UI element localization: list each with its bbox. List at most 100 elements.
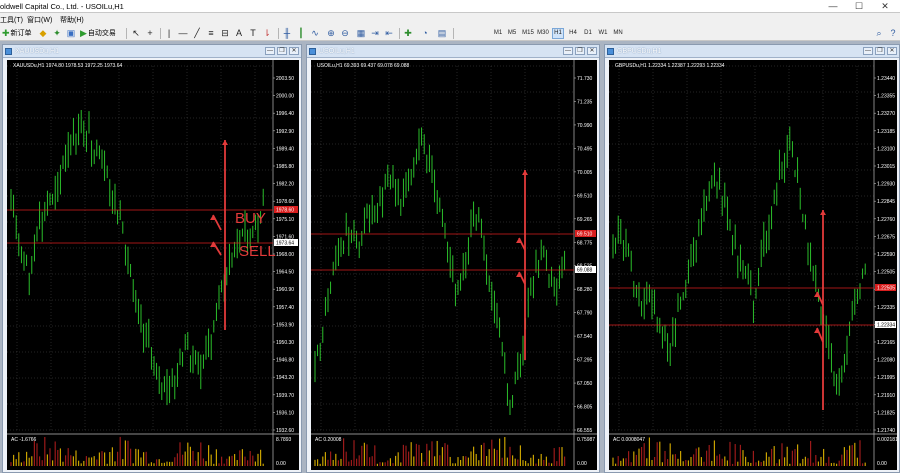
price-tick-label: 70.495 (577, 146, 593, 152)
chart-restore-button[interactable]: ❐ (575, 47, 585, 55)
price-tick-label: 1943.20 (276, 375, 294, 381)
chart-header: GBPUSDu,H1 1.22334 1.22387 1.22293 1.223… (615, 63, 725, 69)
price-tick-label: 1.21740 (877, 428, 895, 434)
templates-icon[interactable]: ▤ (437, 28, 447, 38)
vertical-line-icon[interactable]: | (164, 28, 174, 38)
marked-price-label: 1978.60 (276, 208, 294, 214)
grid-icon[interactable]: ▦ (356, 28, 366, 38)
chart-minimize-button[interactable]: — (563, 47, 573, 55)
timeframe-m5[interactable]: M5 (506, 28, 518, 39)
price-tick-label: 66.805 (577, 405, 593, 411)
chart-close-button[interactable]: ✕ (587, 47, 597, 55)
indicators-icon[interactable]: ✚ (403, 28, 413, 38)
help-icon[interactable]: ? (888, 28, 898, 38)
autoscroll-icon[interactable]: ⇥ (370, 28, 380, 38)
timeframe-m1[interactable]: M1 (492, 28, 504, 39)
toolbar-separator (160, 28, 161, 39)
minimize-button[interactable]: — (820, 0, 846, 13)
chart-close-button[interactable]: ✕ (289, 47, 299, 55)
market-watch-icon[interactable]: ✦ (52, 28, 62, 38)
auto-trade-button[interactable]: ▶ 自动交易 (80, 26, 116, 40)
expert-icon[interactable]: ◆ (38, 28, 48, 38)
price-tick-label: 1936.10 (276, 410, 294, 416)
maximize-button[interactable]: ☐ (846, 0, 872, 13)
channel-icon[interactable]: ≡ (206, 28, 216, 38)
arrow-head (820, 210, 826, 215)
crosshair-icon[interactable]: + (145, 28, 155, 38)
chart-window-titlebar[interactable]: USOILu,H1 — ❐ ✕ (307, 45, 599, 58)
price-tick-label: 1.22675 (877, 234, 895, 240)
timeframe-mn[interactable]: MN (611, 28, 625, 39)
timeframe-m30[interactable]: M30 (536, 28, 550, 39)
chart-window-titlebar[interactable]: XAUUSDu,H1 — ❐ ✕ (3, 45, 301, 58)
timeframe-h1[interactable]: H1 (552, 28, 564, 39)
chart-close-button[interactable]: ✕ (887, 47, 897, 55)
close-window-button[interactable]: ✕ (872, 0, 898, 13)
price-tick-label: 1964.50 (276, 270, 294, 276)
cursor-icon[interactable]: ↖ (131, 28, 141, 38)
price-tick-label: 70.990 (577, 123, 593, 129)
timeframe-h4[interactable]: H4 (567, 28, 579, 39)
chart-minimize-button[interactable]: — (863, 47, 873, 55)
price-tick-label: 69.510 (577, 193, 593, 199)
new-order-button[interactable]: ✚ 新订单 (2, 26, 32, 40)
price-tick-label: 1.22165 (877, 340, 895, 346)
search-icon[interactable]: ⌕ (874, 28, 884, 38)
toolbar-separator (126, 28, 127, 39)
navigator-icon[interactable]: ▣ (66, 28, 76, 38)
price-tick-label: 70.005 (577, 170, 593, 176)
timeframe-m15[interactable]: M15 (521, 28, 535, 39)
zoom-in-icon[interactable]: ⊕ (326, 28, 336, 38)
price-tick-label: 67.295 (577, 358, 593, 364)
chart-window-titlebar[interactable]: GBPUSDu,H1 — ❐ ✕ (605, 45, 899, 58)
chart-svg: GBPUSDu,H1 1.22334 1.22387 1.22293 1.223… (609, 60, 897, 470)
toolbar-separator (399, 28, 400, 39)
fibonacci-icon[interactable]: ⊟ (220, 28, 230, 38)
annotation-arrow (212, 241, 222, 256)
horizontal-line-icon[interactable]: — (178, 28, 188, 38)
title-bar: oldwell Capital Co., Ltd. - USOILu,H1 — … (0, 0, 900, 13)
text-tool-icon[interactable]: A (234, 28, 244, 38)
menu-tools[interactable]: 工具(T) (0, 15, 23, 25)
auto-trade-label: 自动交易 (87, 30, 116, 37)
indicator-tick-label: 0.75987 (577, 437, 595, 443)
menu-window[interactable]: 窗口(W) (27, 15, 52, 25)
price-tick-label: 1939.70 (276, 393, 294, 399)
timeframe-d1[interactable]: D1 (582, 28, 594, 39)
indicator-label: AC 0.0008047 (613, 437, 645, 443)
arrow-tool-icon[interactable]: ⇂ (262, 28, 272, 38)
new-order-icon: ✚ (2, 27, 10, 38)
chart-window[interactable]: XAUUSDu,H1 — ❐ ✕ XAUUSDu,H1 1974.80 1978.53 … (2, 44, 302, 473)
bar-chart-icon[interactable]: ╫ (282, 28, 292, 38)
chart-restore-button[interactable]: ❐ (875, 47, 885, 55)
price-chart[interactable]: USOILu,H1 69.393 69.437 69.078 69.088 71.… (311, 60, 597, 470)
price-tick-label: 1.23185 (877, 129, 895, 135)
candles-icon[interactable]: ┃ (296, 28, 306, 38)
menu-help[interactable]: 帮助(H) (60, 15, 84, 25)
chart-restore-button[interactable]: ❐ (277, 47, 287, 55)
label-tool-icon[interactable]: T (248, 28, 258, 38)
sell-annotation: SELL (239, 243, 276, 260)
chart-minimize-button[interactable]: — (265, 47, 275, 55)
price-tick-label: 1.22505 (877, 270, 895, 276)
marked-price-label: 1.22505 (877, 286, 895, 292)
indicator-tick-label: 0.00 (577, 461, 587, 467)
price-chart[interactable]: GBPUSDu,H1 1.22334 1.22387 1.22293 1.223… (609, 60, 897, 470)
chart-window[interactable]: GBPUSDu,H1 — ❐ ✕ GBPUSDu,H1 1.22334 1.22387 … (604, 44, 900, 473)
trend-line-icon[interactable]: ╱ (192, 28, 202, 38)
timeframe-w1[interactable]: W1 (597, 28, 609, 39)
zoom-out-icon[interactable]: ⊖ (340, 28, 350, 38)
period-icon[interactable]: ◔ (420, 28, 430, 38)
price-tick-label: 68.280 (577, 287, 593, 293)
new-order-label: 新订单 (10, 30, 32, 37)
line-chart-icon[interactable]: ∿ (310, 28, 320, 38)
chart-window[interactable]: USOILu,H1 — ❐ ✕ USOILu,H1 69.393 69.437 69.0… (306, 44, 600, 473)
indicator-tick-label: 0.0021813 (877, 437, 897, 443)
price-tick-label: 67.540 (577, 334, 593, 340)
price-tick-label: 1982.20 (276, 182, 294, 188)
price-chart[interactable]: XAUUSDu,H1 1974.80 1978.53 1972.25 1973.… (7, 60, 299, 470)
price-tick-label: 1978.60 (276, 199, 294, 205)
chart-shift-icon[interactable]: ⇤ (384, 28, 394, 38)
chart-window-icon (309, 48, 316, 55)
price-tick-label: 69.265 (577, 217, 593, 223)
